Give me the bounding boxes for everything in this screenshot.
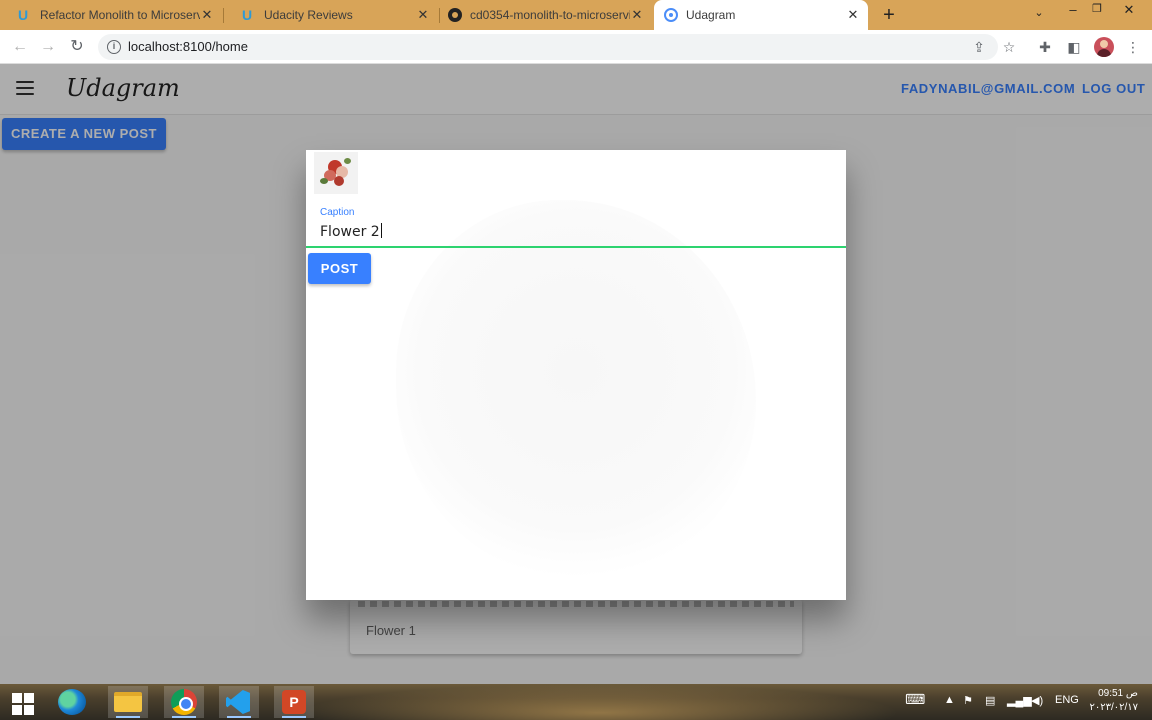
clock-date: ٢٠٢٣/٠٢/١٧ bbox=[1089, 702, 1138, 713]
keyboard-icon[interactable]: ⌨ bbox=[905, 691, 925, 708]
ionic-icon bbox=[664, 8, 678, 22]
signal-icon[interactable]: ▂▄▆ bbox=[1007, 694, 1032, 707]
running-indicator bbox=[172, 716, 196, 718]
extensions-icon[interactable]: ✚ bbox=[1036, 38, 1054, 56]
address-bar[interactable]: i localhost:8100/home ⇪ bbox=[98, 34, 998, 60]
volume-icon[interactable]: ◀) bbox=[1031, 694, 1043, 707]
tab-title: Udacity Reviews bbox=[264, 8, 353, 22]
forward-icon[interactable]: → bbox=[38, 37, 58, 57]
windows-taskbar: P ⌨ ▲ ⚑ ▤ ▂▄▆ ◀) ENG 09:51 ص ٢٠٢٣/٠٢/١٧ bbox=[0, 684, 1152, 720]
file-explorer-icon bbox=[114, 692, 142, 712]
start-button[interactable] bbox=[2, 686, 42, 718]
selected-image-thumbnail[interactable] bbox=[314, 152, 358, 194]
tab-title: Udagram bbox=[686, 8, 736, 22]
running-indicator bbox=[282, 716, 306, 718]
url-text[interactable]: localhost:8100/home bbox=[128, 39, 248, 54]
wallpaper-glow bbox=[300, 684, 900, 720]
taskbar-chrome[interactable] bbox=[164, 686, 204, 718]
language-indicator[interactable]: ENG bbox=[1055, 694, 1079, 706]
udacity-icon: U bbox=[18, 7, 29, 23]
start-icon bbox=[12, 693, 34, 715]
system-clock[interactable]: 09:51 ص ٢٠٢٣/٠٢/١٧ bbox=[1088, 687, 1138, 715]
profile-avatar[interactable] bbox=[1094, 37, 1114, 57]
kebab-menu-icon[interactable]: ⋮ bbox=[1124, 38, 1142, 56]
tab-search-icon[interactable]: ⌄ bbox=[1028, 6, 1050, 19]
window-close-icon[interactable]: ✕ bbox=[1118, 2, 1140, 18]
close-icon[interactable]: ✕ bbox=[630, 7, 644, 23]
browser-tab-1[interactable]: U Refactor Monolith to Microservic ✕ bbox=[0, 0, 222, 30]
share-icon[interactable]: ⇪ bbox=[970, 38, 988, 56]
browser-toolbar: ← → ↻ i localhost:8100/home ⇪ ☆ ✚ ◧ ⋮ bbox=[0, 30, 1152, 64]
flag-icon[interactable]: ⚑ bbox=[963, 694, 973, 707]
udacity-icon: U bbox=[242, 7, 253, 23]
side-panel-icon[interactable]: ◧ bbox=[1065, 38, 1083, 56]
taskbar-powerpoint[interactable]: P bbox=[274, 686, 314, 718]
taskbar-edge[interactable] bbox=[52, 686, 92, 718]
tab-title: Refactor Monolith to Microservic bbox=[40, 8, 200, 22]
browser-tab-strip: U Refactor Monolith to Microservic ✕ U U… bbox=[0, 0, 1152, 30]
chrome-icon bbox=[171, 689, 197, 715]
caption-value[interactable]: Flower 2 bbox=[320, 224, 380, 240]
network-icon[interactable]: ▤ bbox=[985, 694, 995, 707]
close-icon[interactable]: ✕ bbox=[416, 7, 430, 23]
edge-icon bbox=[58, 689, 86, 715]
placeholder-watermark bbox=[396, 200, 756, 580]
tab-title: cd0354-monolith-to-microservic bbox=[470, 8, 630, 22]
text-caret bbox=[380, 223, 382, 238]
running-indicator bbox=[227, 716, 251, 718]
show-hidden-icons-icon[interactable]: ▲ bbox=[944, 694, 955, 706]
post-button[interactable]: POST bbox=[308, 253, 371, 284]
running-indicator bbox=[116, 716, 140, 718]
bookmark-star-icon[interactable]: ☆ bbox=[1000, 38, 1018, 56]
caption-input[interactable]: Flower 2 bbox=[320, 223, 830, 243]
app-viewport: Udagram FADYNABIL@GMAIL.COM LOG OUT CREA… bbox=[0, 64, 1152, 684]
close-icon[interactable]: ✕ bbox=[200, 7, 214, 23]
caption-focus-underline bbox=[306, 246, 846, 248]
browser-tab-2[interactable]: U Udacity Reviews ✕ bbox=[224, 0, 438, 30]
new-tab-icon[interactable]: + bbox=[878, 4, 900, 26]
powerpoint-icon: P bbox=[282, 690, 306, 714]
clock-time: 09:51 ص bbox=[1098, 688, 1138, 699]
back-icon[interactable]: ← bbox=[10, 37, 30, 57]
site-info-icon[interactable]: i bbox=[107, 40, 121, 54]
close-icon[interactable]: ✕ bbox=[846, 7, 860, 23]
caption-label: Caption bbox=[320, 207, 355, 218]
vscode-icon bbox=[226, 690, 250, 714]
taskbar-vscode[interactable] bbox=[219, 686, 259, 718]
taskbar-file-explorer[interactable] bbox=[108, 686, 148, 718]
github-icon bbox=[448, 8, 462, 22]
new-post-modal: Caption Flower 2 POST bbox=[306, 150, 846, 600]
restore-icon[interactable]: ❐ bbox=[1086, 2, 1108, 15]
browser-tab-4[interactable]: Udagram ✕ bbox=[654, 0, 868, 30]
reload-icon[interactable]: ↻ bbox=[67, 37, 87, 57]
browser-tab-3[interactable]: cd0354-monolith-to-microservic ✕ bbox=[440, 0, 652, 30]
minimize-icon[interactable]: – bbox=[1062, 2, 1084, 17]
